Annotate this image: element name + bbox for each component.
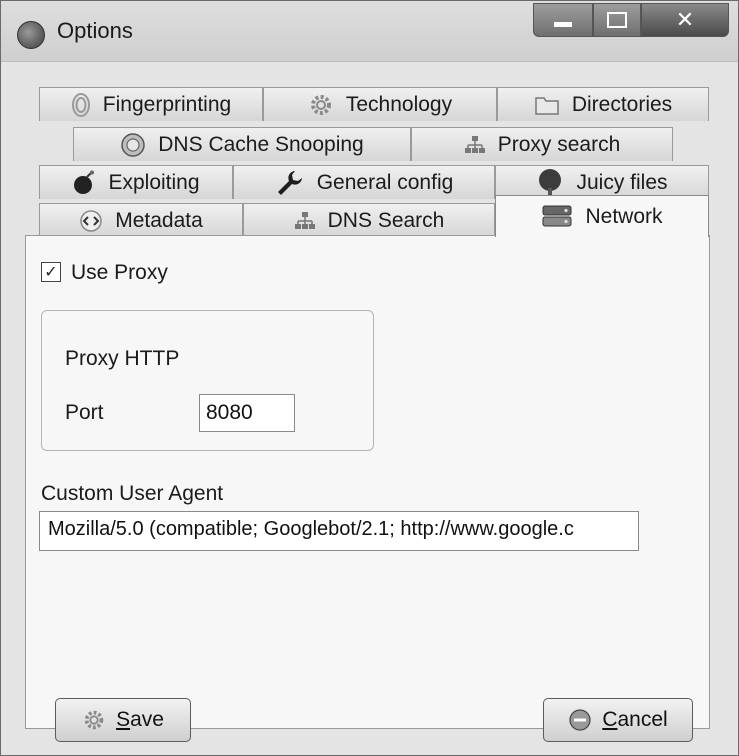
tab-technology[interactable]: Technology — [263, 87, 497, 121]
tab-label: Exploiting — [108, 170, 200, 194]
port-label: Port — [65, 401, 104, 424]
wrench-icon — [275, 168, 305, 198]
gear-icon — [308, 92, 334, 118]
bomb-icon — [72, 170, 96, 196]
tab-dns-search[interactable]: DNS Search — [243, 203, 495, 237]
tab-fingerprinting[interactable]: Fingerprinting — [39, 87, 263, 121]
tab-label: Juicy files — [576, 170, 668, 194]
code-icon — [79, 209, 103, 233]
tab-general-config[interactable]: General config — [233, 165, 495, 199]
proxy-http-label: Proxy HTTP — [65, 347, 180, 370]
fingerprint-icon — [71, 92, 91, 117]
network-tree-icon — [294, 211, 316, 231]
cancel-label: Cancel — [602, 708, 668, 731]
window-controls: ✕ — [533, 3, 729, 39]
tab-directories[interactable]: Directories — [497, 87, 709, 121]
use-proxy-checkbox[interactable]: ✓ — [41, 262, 61, 282]
close-button[interactable]: ✕ — [641, 3, 729, 37]
tab-label: Network — [585, 204, 663, 228]
tab-label: Technology — [345, 92, 453, 116]
tab-juicy-files[interactable]: Juicy files — [495, 165, 709, 199]
server-icon — [541, 204, 573, 230]
tab-network[interactable]: Network — [495, 195, 709, 237]
window-title: Options — [57, 18, 133, 43]
gear-icon — [82, 708, 106, 732]
use-proxy-label[interactable]: Use Proxy — [71, 261, 168, 285]
tab-metadata[interactable]: Metadata — [39, 203, 243, 237]
tab-label: Proxy search — [497, 132, 621, 156]
options-window: Options ✕ Fingerprinting Technology Dire… — [0, 0, 739, 756]
globe-icon — [120, 132, 146, 158]
title-bar[interactable]: Options ✕ — [1, 1, 738, 62]
maximize-button[interactable] — [593, 3, 641, 37]
user-agent-field[interactable]: Mozilla/5.0 (compatible; Googlebot/2.1; … — [39, 511, 639, 551]
tree-icon — [536, 168, 564, 198]
save-button[interactable]: Save — [55, 698, 191, 742]
minimize-icon — [554, 21, 572, 27]
maximize-icon — [607, 12, 627, 28]
user-agent-label: Custom User Agent — [41, 482, 224, 505]
minimize-button[interactable] — [533, 3, 593, 37]
port-field[interactable] — [199, 394, 295, 432]
tab-label: General config — [316, 170, 454, 194]
tab-label: Fingerprinting — [102, 92, 232, 116]
tab-dns-cache-snooping[interactable]: DNS Cache Snooping — [73, 127, 411, 161]
tab-label: DNS Search — [327, 208, 445, 232]
tab-label: Directories — [571, 92, 673, 116]
folder-icon — [534, 94, 560, 116]
network-tree-icon — [464, 135, 486, 155]
app-icon — [17, 21, 45, 49]
tab-exploiting[interactable]: Exploiting — [39, 165, 233, 199]
tab-label: Metadata — [115, 208, 203, 232]
tab-proxy-search[interactable]: Proxy search — [411, 127, 673, 161]
cancel-button[interactable]: Cancel — [543, 698, 693, 742]
cancel-icon — [568, 708, 592, 732]
save-label: Save — [116, 708, 164, 731]
tab-label: DNS Cache Snooping — [158, 132, 364, 156]
close-icon: ✕ — [675, 7, 695, 33]
